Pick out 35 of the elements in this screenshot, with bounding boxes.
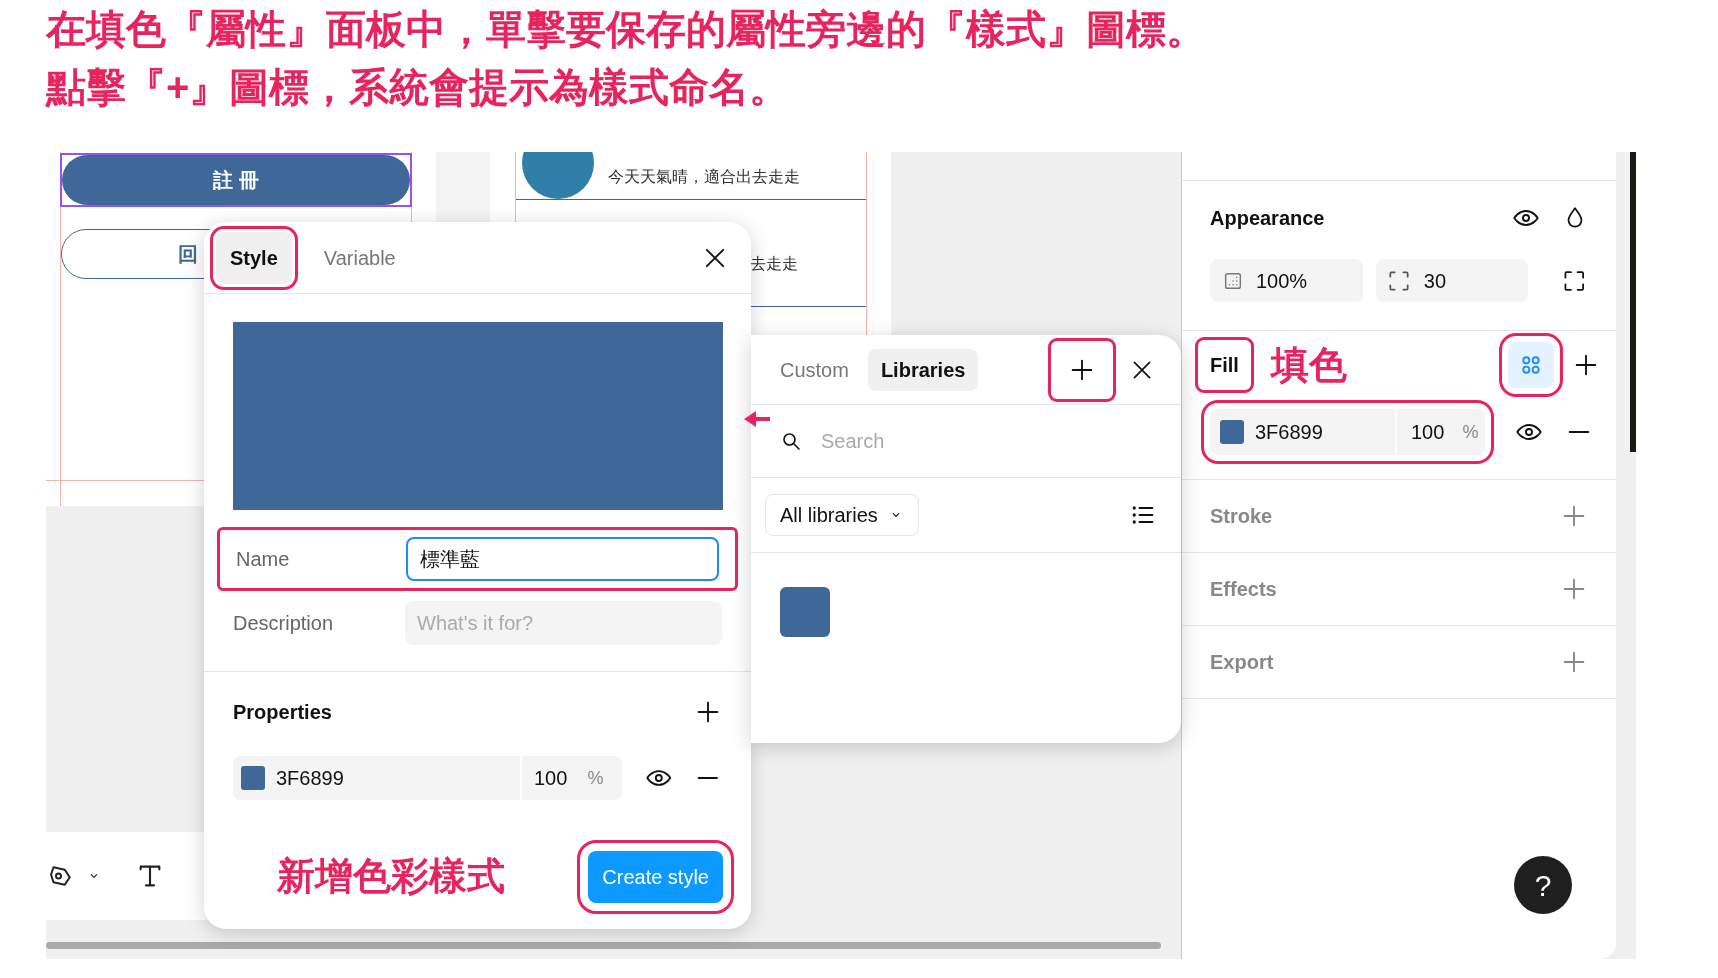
- library-dropdown[interactable]: All libraries: [765, 494, 919, 536]
- opacity-value: 100: [534, 766, 568, 791]
- color-style-swatch[interactable]: [780, 587, 830, 637]
- section-title: Export: [1210, 650, 1275, 675]
- tab[interactable]: Variable: [309, 231, 410, 284]
- field-label: Name: [236, 547, 291, 572]
- register-button[interactable]: 註 冊: [62, 155, 410, 205]
- section-title: Stroke: [1210, 504, 1274, 529]
- tab[interactable]: Custom: [767, 348, 862, 391]
- opacity-field[interactable]: 100%: [1210, 259, 1363, 302]
- field-label: Description: [233, 611, 335, 636]
- fill-field[interactable]: 3F6899 100 %: [233, 756, 622, 800]
- post-text: 今天天氣晴，適合出去走走: [608, 166, 800, 188]
- section-title: Effects: [1210, 577, 1278, 602]
- color-swatch: [241, 766, 265, 790]
- instruction-text: 點擊『+』圖標，系統會提示為樣式命名。: [46, 64, 791, 110]
- section-title: Properties: [233, 700, 333, 725]
- section-title: Fill: [1198, 340, 1251, 390]
- add-style-button[interactable]: [1051, 340, 1113, 399]
- hex-value: 3F6899: [276, 766, 345, 791]
- annotation-text: 填色: [1270, 342, 1348, 388]
- annotation-text: 新增色彩樣式: [277, 854, 506, 899]
- corner-radius-field[interactable]: 30: [1375, 259, 1529, 302]
- opacity-value: 100: [1411, 420, 1445, 445]
- percent-sign: %: [587, 766, 604, 790]
- name-input[interactable]: 標準藍: [405, 537, 719, 581]
- post-text: 去走走: [750, 253, 798, 275]
- instruction-text: 在填色『屬性』面板中，單擊要保存的屬性旁邊的『樣式』圖標。: [46, 6, 1206, 52]
- description-input[interactable]: What's it for?: [405, 601, 722, 645]
- hex-value: 3F6899: [1255, 420, 1324, 445]
- percent-sign: %: [1462, 420, 1479, 444]
- tab[interactable]: Libraries: [867, 348, 979, 391]
- section-title: Appearance: [1210, 206, 1326, 231]
- color-swatch: [1220, 420, 1244, 444]
- arrow-icon: [742, 409, 772, 429]
